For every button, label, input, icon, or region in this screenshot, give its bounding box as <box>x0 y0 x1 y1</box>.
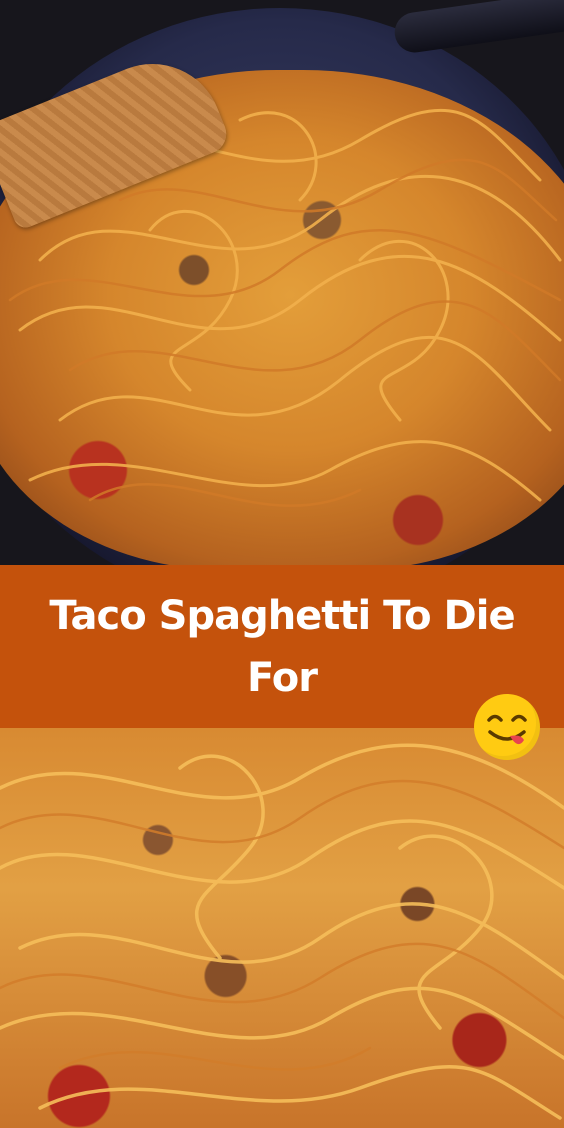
recipe-title: Taco Spaghetti To Die For <box>49 592 515 701</box>
top-food-photo <box>0 0 564 565</box>
pin-graphic: Taco Spaghetti To Die For <box>0 0 564 1128</box>
bottom-food-photo <box>0 728 564 1128</box>
emoji-face-svg <box>487 714 527 745</box>
noodle-strands-bottom <box>0 743 564 1120</box>
face-savoring-food-icon <box>474 694 540 760</box>
